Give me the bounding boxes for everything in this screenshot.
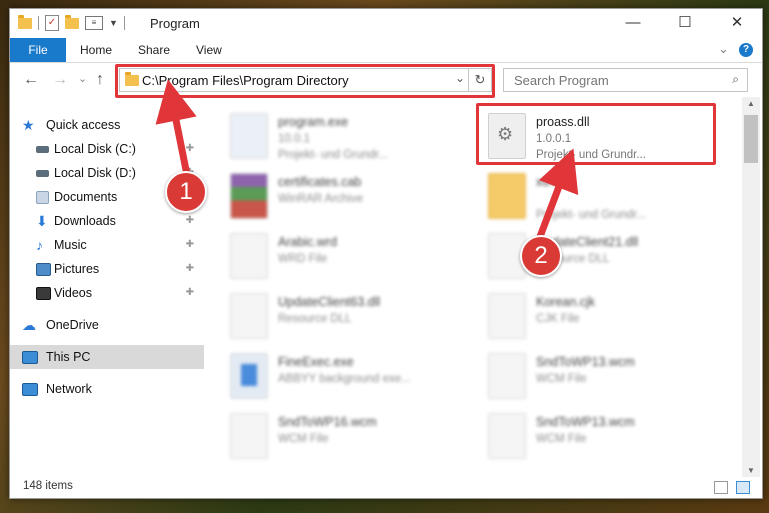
- arrow-two: [534, 148, 579, 246]
- callout-badge-one: 1: [165, 171, 207, 213]
- callout-badge-two: 2: [520, 235, 562, 277]
- annotation-arrows: [155, 79, 579, 246]
- arrow-one: [155, 79, 197, 184]
